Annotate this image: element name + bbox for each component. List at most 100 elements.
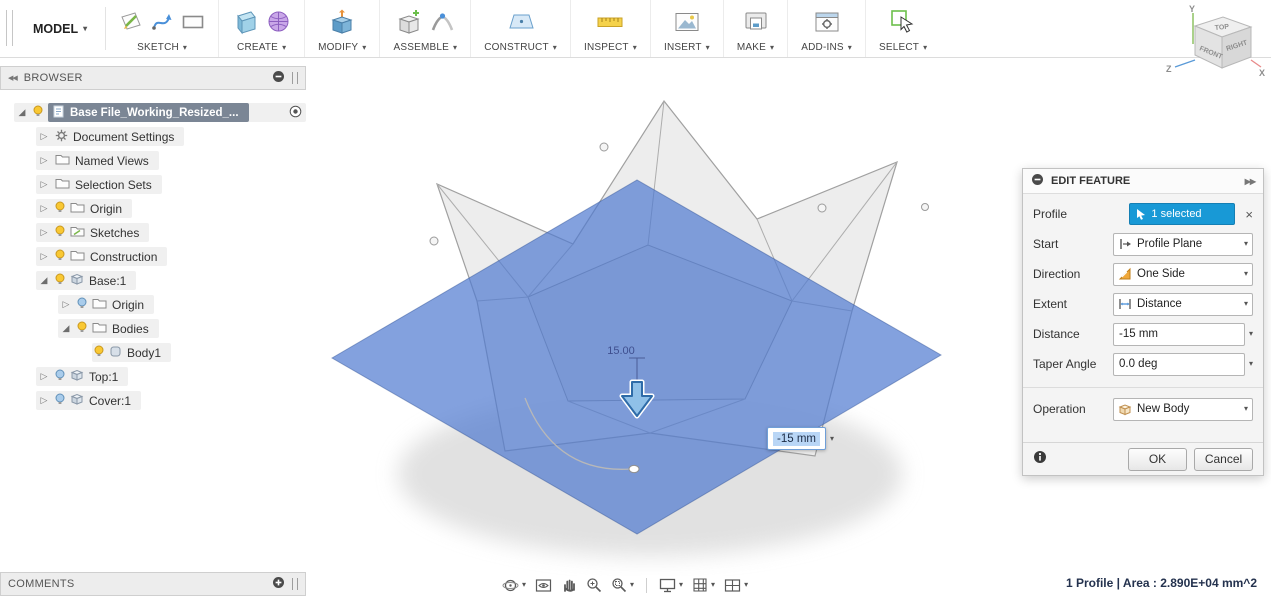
expand-triangle-icon[interactable]: ▷ — [38, 131, 50, 142]
inspect-menu[interactable]: INSPECT ▾ — [584, 40, 637, 55]
construction-plane-icon[interactable] — [507, 11, 535, 33]
caret-down-icon[interactable]: ▾ — [830, 434, 834, 443]
tree-item-construction[interactable]: ▷ Construction — [36, 247, 168, 266]
collapse-panel-icon[interactable]: ◀◀ — [8, 74, 18, 82]
sketch-rectangle-icon[interactable] — [181, 13, 205, 31]
extent-dropdown[interactable]: Distance ▾ — [1113, 292, 1253, 316]
orbit-tool[interactable]: ▾ — [502, 577, 526, 594]
zoom-tool[interactable] — [586, 577, 602, 593]
info-icon[interactable] — [1033, 450, 1047, 469]
collapse-dialog-icon[interactable] — [1031, 173, 1044, 189]
assemble-menu[interactable]: ASSEMBLE ▾ — [393, 40, 457, 55]
visibility-bulb-icon[interactable] — [94, 345, 104, 360]
expand-triangle-icon[interactable]: ▷ — [38, 179, 50, 190]
look-at-tool[interactable] — [535, 578, 552, 593]
direction-dropdown[interactable]: One Side ▾ — [1113, 262, 1253, 286]
collapse-triangle-icon[interactable]: ◢ — [16, 107, 28, 118]
expand-triangle-icon[interactable]: ▷ — [38, 371, 50, 382]
create-menu[interactable]: CREATE ▾ — [237, 40, 286, 55]
collapse-triangle-icon[interactable]: ◢ — [60, 323, 72, 334]
extrude-icon[interactable] — [232, 9, 258, 35]
addins-menu[interactable]: ADD-INS ▾ — [801, 40, 852, 55]
visibility-bulb-icon[interactable] — [55, 249, 65, 264]
tree-item-root-document[interactable]: ◢ Base File_Working_Resized_... — [14, 103, 306, 122]
cancel-button[interactable]: Cancel — [1194, 447, 1253, 471]
profile-selected-button[interactable]: 1 selected — [1129, 203, 1236, 225]
visibility-bulb-icon[interactable] — [77, 297, 87, 312]
display-settings-tool[interactable]: ▾ — [659, 578, 683, 593]
grid-snap-tool[interactable]: ▾ — [692, 577, 715, 593]
activate-radio[interactable] — [289, 105, 302, 121]
fit-tool[interactable]: ▾ — [611, 577, 634, 593]
panel-grip[interactable] — [292, 72, 298, 84]
expand-triangle-icon[interactable]: ▷ — [38, 203, 50, 214]
construct-menu[interactable]: CONSTRUCT ▾ — [484, 40, 557, 55]
clear-selection-icon[interactable]: × — [1245, 208, 1253, 221]
make-menu[interactable]: MAKE ▾ — [737, 40, 774, 55]
tree-item-selection-sets[interactable]: ▷ Selection Sets — [36, 175, 162, 194]
tree-item-cover-component[interactable]: ▷ Cover:1 — [36, 391, 142, 410]
tree-item-label: Base File_Working_Resized_... — [70, 106, 239, 119]
tree-item-top-component[interactable]: ▷ Top:1 — [36, 367, 129, 386]
tree-item-origin[interactable]: ▷ Origin — [36, 199, 133, 218]
sketch-folder-icon — [70, 225, 85, 240]
caret-down-icon[interactable]: ▾ — [1249, 330, 1253, 338]
press-pull-icon[interactable] — [329, 9, 355, 35]
collapse-triangle-icon[interactable]: ◢ — [38, 275, 50, 286]
cursor-icon — [1137, 209, 1146, 220]
comments-header[interactable]: COMMENTS — [0, 572, 306, 596]
visibility-bulb-icon[interactable] — [55, 273, 65, 288]
viewcube[interactable]: Y TOP FRONT RIGHT Z X — [1163, 4, 1267, 96]
select-cursor-icon[interactable] — [890, 9, 916, 35]
workspace-selector[interactable]: MODEL ▾ — [19, 0, 105, 57]
visibility-bulb-icon[interactable] — [77, 321, 87, 336]
display-settings-icon — [659, 578, 676, 592]
caret-down-icon[interactable]: ▾ — [1249, 360, 1253, 368]
ok-button[interactable]: OK — [1128, 447, 1187, 471]
toolbar-grip[interactable] — [6, 10, 13, 46]
tree-item-sketches[interactable]: ▷ Sketches — [36, 223, 150, 242]
create-sketch-icon[interactable] — [119, 10, 143, 34]
expand-triangle-icon[interactable]: ▷ — [38, 155, 50, 166]
visibility-bulb-icon[interactable] — [33, 105, 43, 120]
joint-icon[interactable] — [430, 10, 455, 33]
tree-item-base-component[interactable]: ◢ Base:1 — [36, 271, 137, 290]
3d-viewport[interactable]: 15.00 — [305, 56, 1015, 576]
distance-field[interactable]: -15 mm — [1113, 322, 1245, 346]
dialog-titlebar[interactable]: EDIT FEATURE ▶▶ — [1023, 169, 1263, 194]
expand-triangle-icon[interactable]: ▷ — [38, 251, 50, 262]
tree-item-base-origin[interactable]: ▷ Origin — [58, 295, 155, 314]
sketch-spline-icon[interactable] — [151, 11, 173, 33]
new-component-icon[interactable] — [396, 9, 422, 35]
expand-comments-icon[interactable] — [272, 576, 285, 592]
make-3d-print-icon[interactable] — [744, 10, 768, 34]
addins-scripts-icon[interactable] — [814, 11, 840, 33]
minimize-panel-icon[interactable] — [272, 70, 285, 86]
visibility-bulb-icon[interactable] — [55, 369, 65, 384]
expand-dialog-icon[interactable]: ▶▶ — [1245, 177, 1256, 186]
taper-angle-field[interactable]: 0.0 deg — [1113, 352, 1245, 376]
visibility-bulb-icon[interactable] — [55, 201, 65, 216]
expand-triangle-icon[interactable]: ▷ — [60, 299, 72, 310]
expand-triangle-icon[interactable]: ▷ — [38, 227, 50, 238]
visibility-bulb-icon[interactable] — [55, 225, 65, 240]
tree-item-document-settings[interactable]: ▷ Document Settings — [36, 127, 185, 146]
sketch-menu[interactable]: SKETCH ▾ — [137, 40, 187, 55]
tree-item-named-views[interactable]: ▷ Named Views — [36, 151, 159, 170]
tree-item-body1[interactable]: Body1 — [92, 343, 172, 362]
tree-item-bodies-folder[interactable]: ◢ Bodies — [58, 319, 159, 338]
select-menu[interactable]: SELECT ▾ — [879, 40, 927, 55]
create-form-icon[interactable] — [266, 9, 291, 34]
operation-dropdown[interactable]: New Body ▾ — [1113, 397, 1253, 421]
expand-triangle-icon[interactable]: ▷ — [38, 395, 50, 406]
visibility-bulb-icon[interactable] — [55, 393, 65, 408]
pan-tool[interactable] — [561, 577, 577, 593]
start-dropdown[interactable]: Profile Plane ▾ — [1113, 232, 1253, 256]
panel-grip[interactable] — [292, 578, 298, 590]
insert-menu[interactable]: INSERT ▾ — [664, 40, 710, 55]
modify-menu[interactable]: MODIFY ▾ — [318, 40, 366, 55]
distance-input[interactable]: -15 mm — [767, 427, 826, 450]
viewports-tool[interactable]: ▾ — [724, 578, 748, 593]
measure-icon[interactable] — [596, 12, 624, 32]
insert-image-icon[interactable] — [674, 11, 700, 33]
